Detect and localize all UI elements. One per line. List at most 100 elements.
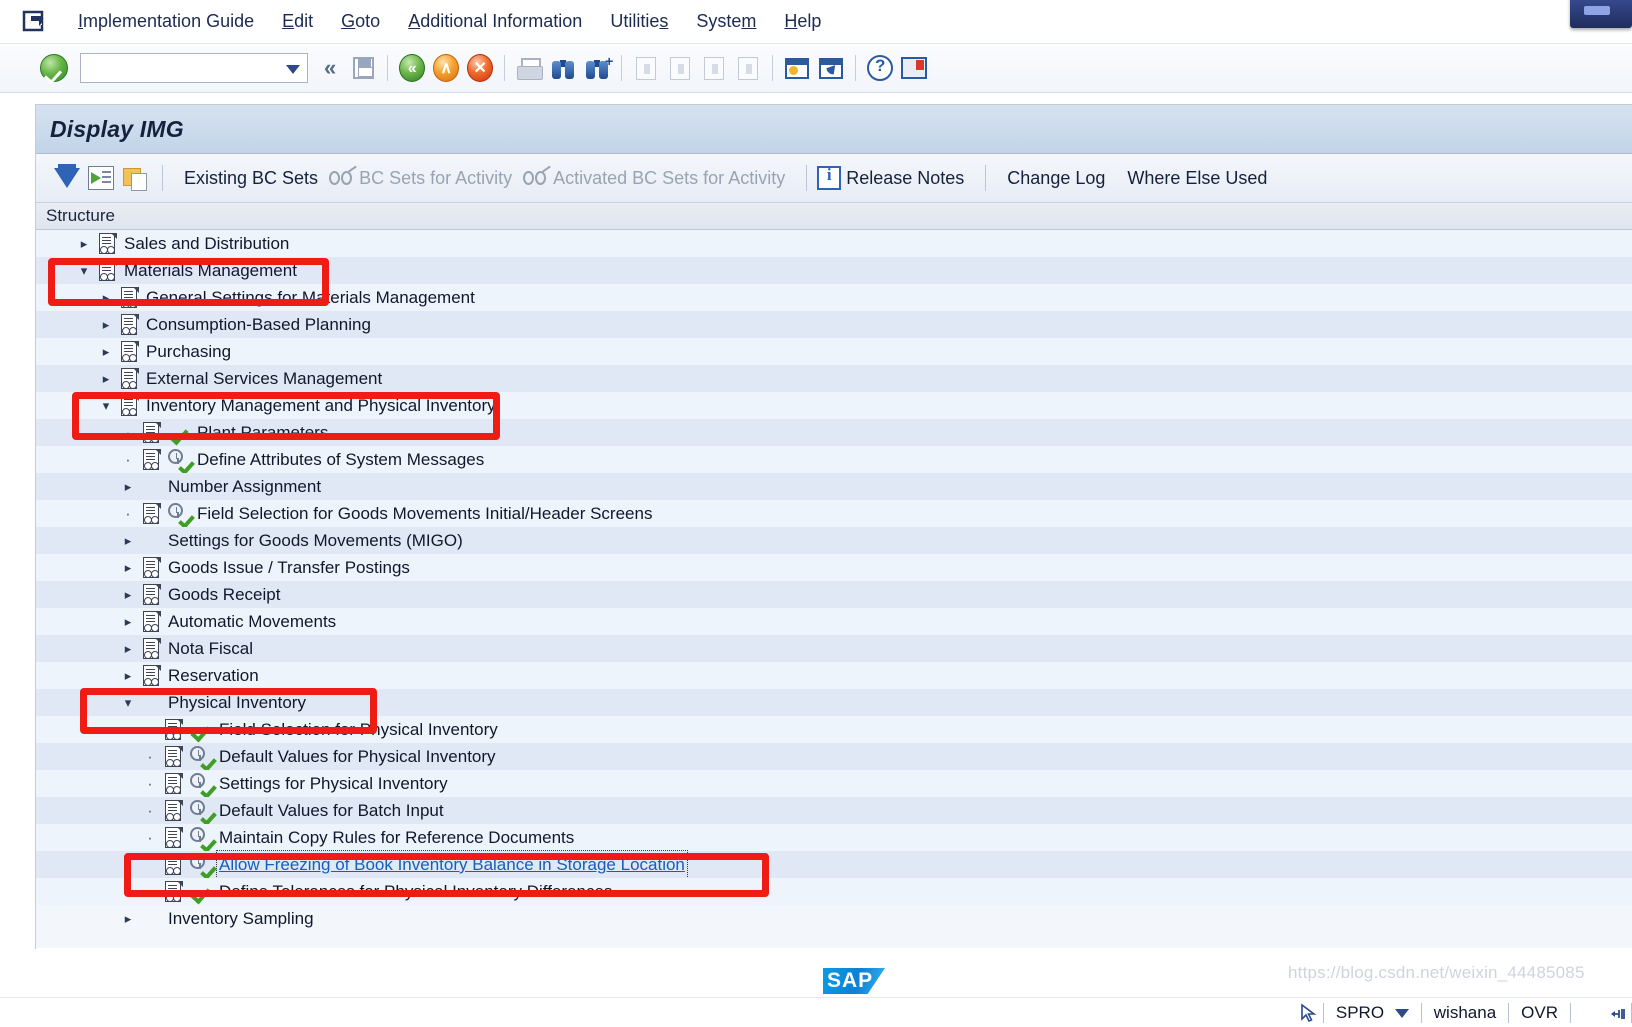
activity-customizing-icon[interactable] <box>190 799 212 822</box>
tree-row[interactable]: Nota Fiscal <box>36 635 1632 662</box>
help-icon[interactable] <box>863 51 897 85</box>
tree-row[interactable]: Field Selection for Goods Movements Init… <box>36 500 1632 527</box>
chevron-right-icon[interactable] <box>120 533 136 549</box>
expand-all-icon[interactable] <box>84 161 118 195</box>
find-next-icon[interactable] <box>580 51 614 85</box>
activity-done-icon[interactable] <box>190 719 212 741</box>
copy-icon[interactable] <box>118 161 152 195</box>
chevron-right-icon[interactable] <box>120 587 136 603</box>
change-log-button[interactable]: Change Log <box>996 168 1116 189</box>
chevron-right-icon[interactable] <box>120 560 136 576</box>
insert-mode-indicator[interactable]: OVR <box>1509 1003 1570 1023</box>
sap-session-icon[interactable] <box>22 9 46 33</box>
create-shortcut-icon[interactable] <box>814 51 848 85</box>
chevron-right-icon[interactable] <box>120 911 136 927</box>
tree-row[interactable]: Materials Management <box>36 257 1632 284</box>
last-page-icon <box>731 51 765 85</box>
save-icon[interactable] <box>346 51 380 85</box>
chevron-right-icon[interactable] <box>98 317 114 333</box>
tree-row[interactable]: Settings for Goods Movements (MIGO) <box>36 527 1632 554</box>
chevron-right-icon[interactable] <box>98 371 114 387</box>
back-icon[interactable]: « <box>395 51 429 85</box>
chevron-down-icon[interactable] <box>1394 1008 1409 1018</box>
activity-customizing-icon[interactable] <box>168 448 190 471</box>
existing-bc-sets-button[interactable]: Existing BC Sets <box>173 168 329 189</box>
customize-layout-icon[interactable] <box>897 51 931 85</box>
activity-customizing-icon[interactable] <box>190 745 212 768</box>
activity-done-icon[interactable] <box>190 881 212 903</box>
tree-row-label: Automatic Movements <box>168 612 337 631</box>
tree-row[interactable]: Define Attributes of System Messages <box>36 446 1632 473</box>
img-node-document-icon <box>142 664 162 687</box>
tree-row[interactable]: General Settings for Materials Managemen… <box>36 284 1632 311</box>
tree-row[interactable]: Consumption-Based Planning <box>36 311 1632 338</box>
img-structure-tree[interactable]: Sales and Distribution Materials Manageme… <box>36 230 1632 948</box>
where-else-used-button[interactable]: Where Else Used <box>1116 168 1278 189</box>
window-control-button[interactable] <box>1570 0 1632 28</box>
find-icon[interactable] <box>546 51 580 85</box>
enter-ok-button[interactable] <box>40 54 68 82</box>
tree-row[interactable]: Maintain Copy Rules for Reference Docume… <box>36 824 1632 851</box>
print-icon[interactable] <box>512 51 546 85</box>
activity-customizing-icon[interactable] <box>190 772 212 795</box>
exit-icon[interactable]: ∧ <box>429 51 463 85</box>
structure-header-label: Structure <box>46 206 115 225</box>
tree-row[interactable]: Number Assignment <box>36 473 1632 500</box>
menu-edit[interactable]: Edit <box>268 8 327 35</box>
tree-row[interactable]: Field Selection for Physical Inventory <box>36 716 1632 743</box>
chevron-down-icon[interactable] <box>286 65 300 74</box>
chevron-right-icon[interactable] <box>76 236 92 252</box>
tree-row[interactable]: Sales and Distribution <box>36 230 1632 257</box>
tree-row[interactable]: Goods Issue / Transfer Postings <box>36 554 1632 581</box>
tree-row[interactable]: Settings for Physical Inventory <box>36 770 1632 797</box>
tree-row[interactable]: Inventory Sampling <box>36 905 1632 932</box>
menu-additional-information[interactable]: Additional Information <box>394 8 596 35</box>
chevron-right-icon[interactable] <box>120 668 136 684</box>
cancel-icon[interactable]: ✕ <box>463 51 497 85</box>
transaction-code-field[interactable]: SPRO <box>1324 1003 1421 1023</box>
chevron-down-icon[interactable] <box>120 695 136 711</box>
tree-row[interactable]: Default Values for Batch Input <box>36 797 1632 824</box>
command-input[interactable] <box>81 55 271 81</box>
activity-done-icon[interactable] <box>168 422 190 444</box>
menu-help[interactable]: Help <box>770 8 835 35</box>
command-field[interactable] <box>80 53 308 83</box>
menu-implementation-guide[interactable]: Implementation Guide <box>64 8 268 35</box>
tree-row[interactable]: Plant Parameters <box>36 419 1632 446</box>
activity-customizing-icon[interactable] <box>168 502 190 525</box>
img-node-document-icon <box>142 583 162 606</box>
tree-row[interactable]: Inventory Management and Physical Invent… <box>36 392 1632 419</box>
menu-goto[interactable]: Goto <box>327 8 394 35</box>
tree-row[interactable]: Physical Inventory <box>36 689 1632 716</box>
tree-row[interactable]: Automatic Movements <box>36 608 1632 635</box>
tree-row[interactable]: Purchasing <box>36 338 1632 365</box>
resize-grip-icon[interactable] <box>1610 1006 1628 1022</box>
menu-system[interactable]: System <box>682 8 770 35</box>
collapse-toolbar-icon[interactable]: « <box>314 55 346 81</box>
tree-row-label: Settings for Goods Movements (MIGO) <box>168 531 463 550</box>
chevron-down-icon[interactable] <box>76 263 92 279</box>
create-session-icon[interactable] <box>780 51 814 85</box>
tree-row[interactable]: External Services Management <box>36 365 1632 392</box>
chevron-right-icon[interactable] <box>98 290 114 306</box>
tree-row[interactable]: Goods Receipt <box>36 581 1632 608</box>
filter-icon[interactable] <box>50 161 84 195</box>
tree-row-label: Field Selection for Goods Movements Init… <box>197 504 653 523</box>
tree-row[interactable]: Default Values for Physical Inventory <box>36 743 1632 770</box>
menu-utilities[interactable]: Utilities <box>596 8 682 35</box>
chevron-right-icon[interactable] <box>120 479 136 495</box>
tree-row[interactable]: Allow Freezing of Book Inventory Balance… <box>36 850 1632 879</box>
activity-customizing-icon[interactable] <box>190 826 212 849</box>
tree-row-label[interactable]: Allow Freezing of Book Inventory Balance… <box>216 850 688 879</box>
release-notes-button[interactable]: Release Notes <box>817 165 975 190</box>
chevron-right-icon[interactable] <box>98 344 114 360</box>
activity-customizing-icon[interactable] <box>190 853 212 876</box>
tree-row[interactable]: Define Tolerances for Physical Inventory… <box>36 878 1632 905</box>
application-toolbar: Existing BC Sets BC Sets for Activity Ac… <box>36 154 1632 203</box>
chevron-down-icon[interactable] <box>98 398 114 414</box>
chevron-right-icon[interactable] <box>120 614 136 630</box>
structure-column-header[interactable]: Structure <box>36 203 1632 230</box>
tree-row[interactable]: Reservation <box>36 662 1632 689</box>
info-icon <box>817 165 842 190</box>
chevron-right-icon[interactable] <box>120 641 136 657</box>
